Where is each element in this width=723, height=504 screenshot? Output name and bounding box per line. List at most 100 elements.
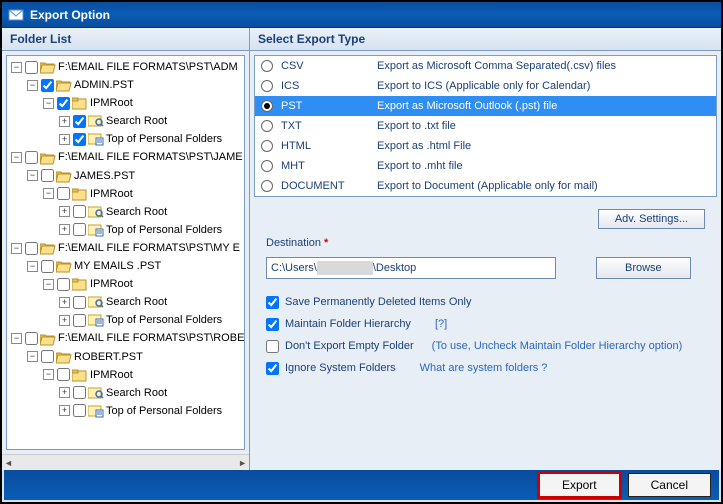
export-type-mht[interactable]: MHTExport to .mht file [255,156,716,176]
export-type-document[interactable]: DOCUMENTExport to Document (Applicable o… [255,176,716,196]
tree-checkbox[interactable] [25,242,38,255]
tree-toggle[interactable]: − [43,188,54,199]
tree-label: IPMRoot [90,369,133,381]
tree-node[interactable]: − F:\EMAIL FILE FORMATS\PST\ROBE − ROBERT.P… [11,329,242,419]
tree-checkbox[interactable] [25,151,38,164]
tree-toggle[interactable]: + [59,387,70,398]
folder-open-icon [40,332,56,346]
tree-checkbox[interactable] [57,97,70,110]
tree-toggle[interactable]: + [59,134,70,145]
export-type-html[interactable]: HTMLExport as .html File [255,136,716,156]
tree-node[interactable]: − ROBERT.PST − IPMRoot + Search Root +Top of P… [27,348,242,420]
tree-checkbox[interactable] [41,350,54,363]
tree-toggle[interactable]: − [27,351,38,362]
tree-node[interactable]: −IPMRoot+Search Root+Top of Personal Fol… [43,275,242,329]
export-type-pst[interactable]: PSTExport as Microsoft Outlook (.pst) fi… [255,96,716,116]
tree-checkbox[interactable] [25,61,38,74]
tree-label: ROBERT.PST [74,351,143,363]
tree-toggle[interactable]: − [27,80,38,91]
tree-node[interactable]: −IPMRoot+Search Root+Top of Personal Fol… [43,94,242,148]
tree-checkbox[interactable] [25,332,38,345]
radio-icon [261,180,273,192]
ignore-system-label[interactable]: Ignore System Folders [285,362,396,374]
tree-toggle[interactable]: − [43,369,54,380]
tree-node[interactable]: +Top of Personal Folders [59,130,242,148]
export-type-desc: Export to Document (Applicable only for … [377,180,710,192]
tree-checkbox[interactable] [73,296,86,309]
cancel-button[interactable]: Cancel [628,473,711,497]
save-deleted-label[interactable]: Save Permanently Deleted Items Only [285,296,471,308]
export-options-pane: Select Export Type CSVExport as Microsof… [250,28,721,470]
tree-label: Search Root [106,387,167,399]
tree-node[interactable]: −MY EMAILS .PST−IPMRoot+Search Root+Top … [27,257,242,329]
save-deleted-checkbox[interactable] [266,296,279,309]
export-type-ics[interactable]: ICSExport to ICS (Applicable only for Ca… [255,76,716,96]
tree-toggle[interactable]: − [43,98,54,109]
tree-node[interactable]: −ADMIN.PST−IPMRoot+Search Root+Top of Pe… [27,76,242,148]
adv-settings-button[interactable]: Adv. Settings... [598,209,705,229]
folder-tree[interactable]: −F:\EMAIL FILE FORMATS\PST\ADM−ADMIN.PST… [6,55,245,450]
export-type-code: DOCUMENT [281,180,377,192]
tree-node[interactable]: −JAMES.PST−IPMRoot+Search Root+Top of Pe… [27,167,242,239]
dont-export-empty-label[interactable]: Don't Export Empty Folder [285,340,414,352]
tree-toggle[interactable]: + [59,315,70,326]
tree-toggle[interactable]: − [43,279,54,290]
export-type-desc: Export as Microsoft Comma Separated(.csv… [377,60,710,72]
ignore-system-checkbox[interactable] [266,362,279,375]
export-type-csv[interactable]: CSVExport as Microsoft Comma Separated(.… [255,56,716,76]
export-type-txt[interactable]: TXTExport to .txt file [255,116,716,136]
tree-label: F:\EMAIL FILE FORMATS\PST\ROBE [58,333,244,345]
export-type-code: PST [281,100,377,112]
tree-checkbox[interactable] [57,187,70,200]
radio-icon [261,100,273,112]
tree-checkbox[interactable] [73,133,86,146]
tree-checkbox[interactable] [41,169,54,182]
tree-toggle[interactable]: + [59,297,70,308]
maintain-hierarchy-label[interactable]: Maintain Folder Hierarchy [285,318,411,330]
system-folders-link[interactable]: What are system folders ? [420,362,548,374]
tree-node[interactable]: +Top of Personal Folders [59,402,242,420]
tree-toggle[interactable]: + [59,206,70,217]
horizontal-scrollbar[interactable]: ◄► [2,454,249,470]
tree-toggle[interactable]: − [11,152,22,163]
tree-node[interactable]: +Search Root [59,203,242,221]
tree-node[interactable]: +Search Root [59,293,242,311]
tree-toggle[interactable]: + [59,405,70,416]
tree-node[interactable]: +Search Root [59,112,242,130]
tree-node[interactable]: −IPMRoot+Search Root+Top of Personal Fol… [43,185,242,239]
tree-node[interactable]: −F:\EMAIL FILE FORMATS\PST\MY E−MY EMAIL… [11,239,242,329]
dont-export-empty-checkbox[interactable] [266,340,279,353]
maintain-hierarchy-checkbox[interactable] [266,318,279,331]
tree-node[interactable]: − IPMRoot + Search Root +Top of Personal Fol… [43,366,242,420]
tree-node[interactable]: − F:\EMAIL FILE FORMATS\PST\JAME −JAMES.PS… [11,148,242,238]
tree-node[interactable]: −F:\EMAIL FILE FORMATS\PST\ADM−ADMIN.PST… [11,58,242,148]
tree-checkbox[interactable] [73,115,86,128]
tree-checkbox[interactable] [73,314,86,327]
tree-toggle[interactable]: − [27,170,38,181]
tree-toggle[interactable]: + [59,116,70,127]
tree-toggle[interactable]: − [27,261,38,272]
destination-input[interactable]: C:\Users\ \Desktop [266,257,556,279]
tree-checkbox[interactable] [73,386,86,399]
window-title: Export Option [30,8,110,22]
tree-toggle[interactable]: − [11,333,22,344]
hierarchy-help-link[interactable]: [?] [435,318,447,330]
tree-checkbox[interactable] [41,79,54,92]
tree-checkbox[interactable] [73,205,86,218]
tree-checkbox[interactable] [73,223,86,236]
tree-checkbox[interactable] [57,278,70,291]
tree-toggle[interactable]: − [11,62,22,73]
tree-checkbox[interactable] [73,404,86,417]
tree-checkbox[interactable] [57,368,70,381]
browse-button[interactable]: Browse [596,257,691,279]
tree-toggle[interactable]: + [59,224,70,235]
tree-toggle[interactable]: − [11,243,22,254]
tree-node[interactable]: +Top of Personal Folders [59,311,242,329]
tree-node[interactable]: + Search Root [59,384,242,402]
export-button[interactable]: Export [539,473,620,497]
folder-list-pane: Folder List −F:\EMAIL FILE FORMATS\PST\A… [2,28,250,470]
tree-node[interactable]: +Top of Personal Folders [59,221,242,239]
tree-label: F:\EMAIL FILE FORMATS\PST\JAME [58,152,243,164]
tree-checkbox[interactable] [41,260,54,273]
required-asterisk: * [324,237,328,249]
